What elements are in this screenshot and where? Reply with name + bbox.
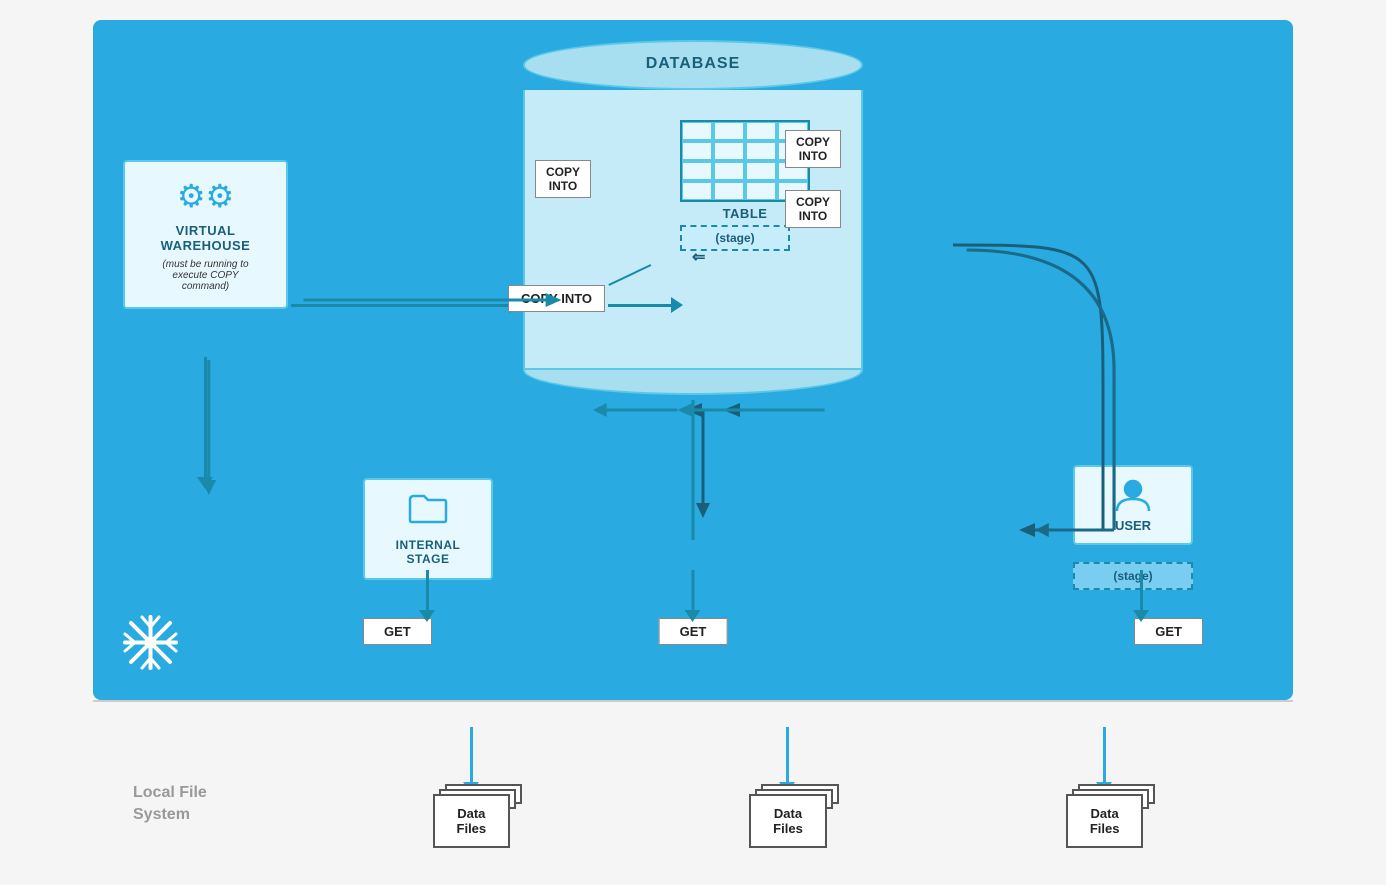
get-box-3: GET <box>1134 618 1203 645</box>
vw-title: VIRTUALWAREHOUSE <box>135 223 276 253</box>
get-box-1: GET <box>363 618 432 645</box>
db-stage-box: (stage) ⇐ <box>680 225 790 251</box>
arrow-copy-to-table <box>608 304 673 307</box>
table-cell <box>714 142 744 160</box>
get-box-2: GET <box>659 618 728 645</box>
data-files-group-3: DataFiles <box>1066 727 1144 848</box>
diagram-wrapper: DATABASE <box>93 20 1293 873</box>
table-cell <box>746 142 776 160</box>
data-files-group-1: DataFiles <box>433 727 511 848</box>
local-fs-section: Local FileSystem DataFiles <box>93 700 1293 873</box>
table-cell <box>746 162 776 180</box>
snowflake-logo-icon <box>123 615 178 680</box>
arrow-down-3 <box>1103 727 1106 782</box>
table-cell <box>746 182 776 200</box>
data-files-box-1: DataFiles <box>433 794 511 848</box>
table-cell <box>682 122 712 140</box>
data-files-box-2: DataFiles <box>749 794 827 848</box>
database-container: DATABASE <box>523 40 863 395</box>
internal-stage-label: INTERNALSTAGE <box>373 538 483 566</box>
table-cell <box>714 182 744 200</box>
arrow-stage-to-get-1 <box>426 570 429 610</box>
copy-into-box-3: COPYINTO <box>785 190 841 228</box>
gear-icon: ⚙⚙ <box>135 177 276 215</box>
table-cell <box>746 122 776 140</box>
data-files-box-3: DataFiles <box>1066 794 1144 848</box>
table-cell <box>714 122 744 140</box>
user-label: USER <box>1083 518 1183 533</box>
internal-stage-box: INTERNALSTAGE <box>363 478 493 580</box>
arrow-down-2 <box>786 727 789 782</box>
copy-into-main-label: COPY INTO <box>508 285 605 312</box>
table-cell <box>682 162 712 180</box>
page-container: DATABASE <box>0 0 1386 885</box>
arrow-user-to-get <box>1140 570 1143 610</box>
user-icon <box>1115 477 1151 513</box>
snowflake-area: DATABASE <box>93 20 1293 700</box>
arrow-vw-down <box>204 357 207 477</box>
folder-icon <box>373 492 483 532</box>
copy-into-box-2: COPYINTO <box>785 130 841 168</box>
table-cell <box>682 182 712 200</box>
copy-into-box-1: COPYINTO <box>535 160 591 198</box>
database-label: DATABASE <box>646 55 741 73</box>
cylinder-body: TABLE (stage) ⇐ COPYINTO <box>523 90 863 370</box>
local-files-row: DataFiles DataFiles <box>313 727 1263 848</box>
table-cell <box>714 162 744 180</box>
arrow-stage-to-get-2 <box>692 570 695 610</box>
user-box: USER <box>1073 465 1193 545</box>
vw-subtitle: (must be running toexecute COPYcommand) <box>135 259 276 292</box>
arrow-vw-to-copy <box>291 304 511 307</box>
table-cell <box>682 142 712 160</box>
virtual-warehouse-box: ⚙⚙ VIRTUALWAREHOUSE (must be running toe… <box>123 160 288 309</box>
cylinder-top: DATABASE <box>523 40 863 90</box>
data-files-group-2: DataFiles <box>749 727 827 848</box>
arrow-down-1 <box>470 727 473 782</box>
local-fs-label: Local FileSystem <box>133 782 313 827</box>
user-stage-box: (stage) <box>1073 562 1193 590</box>
database-cylinder: DATABASE <box>523 40 863 395</box>
